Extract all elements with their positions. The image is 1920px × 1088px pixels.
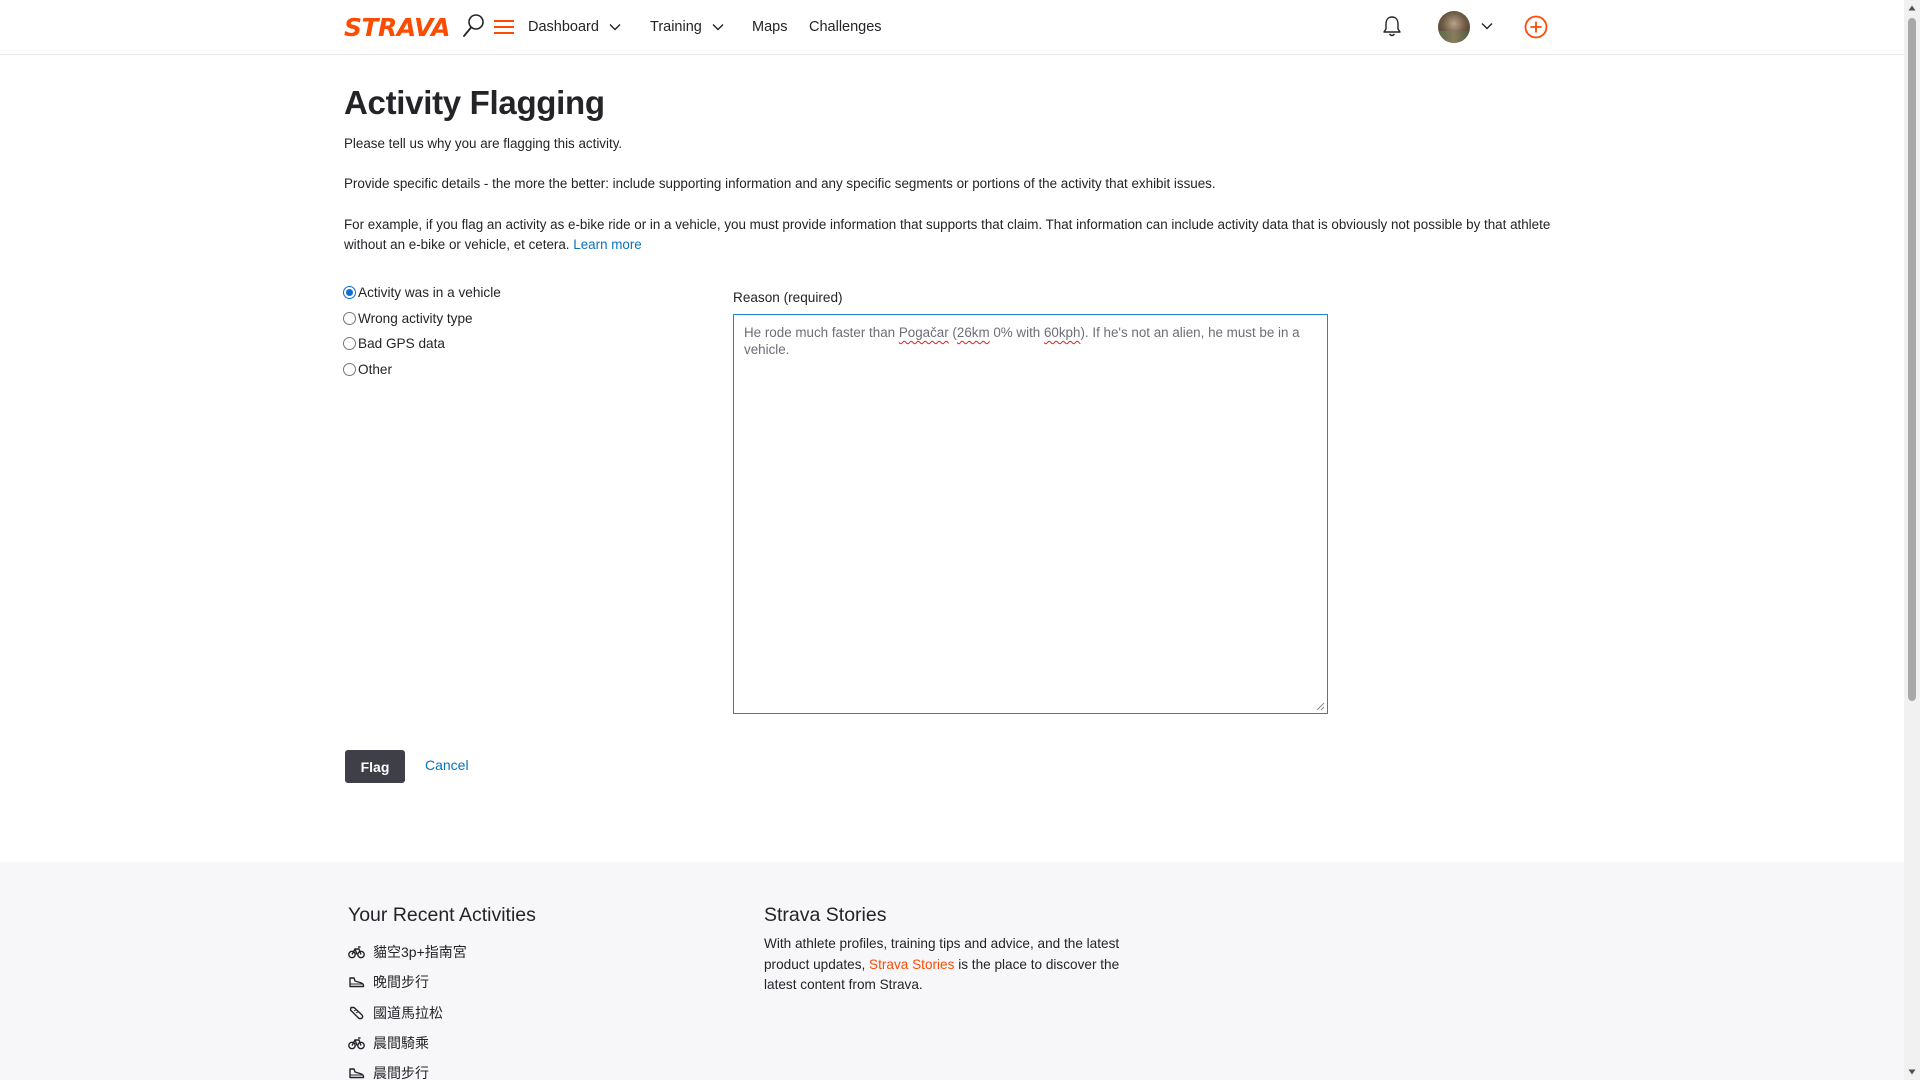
plus-circle-icon[interactable]	[1524, 15, 1548, 39]
recent-activity-item[interactable]: 晨間騎乘	[348, 1028, 467, 1058]
chevron-down-icon	[712, 24, 724, 31]
scroll-down-arrow-icon[interactable]	[1908, 1068, 1916, 1076]
activity-name: 晚間步行	[373, 974, 429, 991]
cancel-link[interactable]: Cancel	[425, 757, 469, 773]
misspelled-word: 60kph	[1043, 325, 1081, 340]
recent-activity-item[interactable]: 貓空3p+指南宮	[348, 937, 467, 967]
strava-logo[interactable]: STRAVA	[344, 14, 450, 42]
nav-maps[interactable]: Maps	[752, 0, 787, 54]
reason-textarea[interactable]: He rode much faster than Pogačar (26km 0…	[733, 314, 1328, 714]
radio-button[interactable]	[343, 337, 356, 351]
radio-label: Other	[358, 361, 392, 377]
radio-option-vehicle[interactable]: Activity was in a vehicle	[343, 280, 501, 306]
intro-text: Please tell us why you are flagging this…	[344, 136, 623, 151]
reason-text: 0% with	[989, 325, 1044, 340]
nav-dashboard[interactable]: Dashboard	[528, 0, 621, 54]
reason-text: He rode much faster than	[744, 325, 899, 340]
radio-label: Activity was in a vehicle	[358, 285, 501, 301]
radio-button[interactable]	[343, 311, 356, 325]
chevron-down-icon	[609, 24, 621, 31]
nav-challenges[interactable]: Challenges	[809, 0, 882, 54]
top-nav-bar: STRAVA Dashboard Training Maps Challenge…	[0, 0, 1904, 55]
radio-label: Wrong activity type	[358, 310, 473, 326]
nav-training-label: Training	[650, 19, 702, 35]
radio-option-other[interactable]: Other	[343, 357, 501, 383]
strava-stories-text: With athlete profiles, training tips and…	[764, 934, 1144, 996]
recent-activity-item[interactable]: 晚間步行	[348, 967, 467, 997]
page-title: Activity Flagging	[344, 84, 605, 121]
strava-stories-link[interactable]: Strava Stories	[869, 957, 954, 972]
activity-name: 晨間步行	[373, 1065, 429, 1082]
page-scrollbar[interactable]	[1904, 0, 1920, 1080]
bike-icon	[348, 946, 365, 959]
example-text: For example, if you flag an activity as …	[344, 215, 1554, 255]
activity-name: 國道馬拉松	[373, 1004, 443, 1021]
radio-option-wrong-type[interactable]: Wrong activity type	[343, 306, 501, 332]
recent-activities-list: 貓空3p+指南宮 晚間步行 國道馬拉松 晨間騎乘 晨間步行	[348, 937, 467, 1088]
strava-stories-heading: Strava Stories	[764, 904, 887, 926]
recent-activity-item[interactable]: 晨間步行	[348, 1058, 467, 1088]
nav-training[interactable]: Training	[650, 0, 724, 54]
activity-name: 晨間騎乘	[373, 1035, 429, 1052]
run-icon	[349, 1006, 364, 1019]
recent-activities-heading: Your Recent Activities	[348, 904, 536, 926]
details-text: Provide specific details - the more the …	[344, 176, 1216, 191]
example-body: For example, if you flag an activity as …	[344, 217, 1551, 252]
learn-more-link[interactable]: Learn more	[573, 237, 641, 252]
nav-maps-label: Maps	[752, 19, 788, 35]
nav-dashboard-label: Dashboard	[528, 19, 599, 35]
reason-label: Reason (required)	[733, 290, 843, 305]
activity-name: 貓空3p+指南宮	[373, 944, 467, 961]
radio-button[interactable]	[343, 362, 356, 376]
recent-activity-item[interactable]: 國道馬拉松	[348, 998, 467, 1028]
shoe-icon	[349, 1068, 365, 1079]
radio-button-checked[interactable]	[343, 286, 356, 300]
chevron-down-icon[interactable]	[1481, 22, 1493, 30]
search-icon[interactable]	[462, 13, 486, 39]
radio-label: Bad GPS data	[358, 336, 445, 352]
bell-icon[interactable]	[1381, 14, 1403, 38]
scroll-up-arrow-icon[interactable]	[1908, 4, 1916, 12]
avatar[interactable]	[1438, 11, 1470, 43]
nav-challenges-label: Challenges	[809, 19, 882, 35]
misspelled-word: Pogačar	[898, 325, 949, 340]
resize-handle-icon[interactable]	[1316, 702, 1325, 711]
bike-icon	[348, 1037, 365, 1050]
flag-button[interactable]: Flag	[345, 750, 405, 783]
reason-text: (	[948, 325, 957, 340]
menu-icon[interactable]	[494, 19, 514, 35]
flag-reason-options: Activity was in a vehicle Wrong activity…	[343, 280, 501, 382]
scrollbar-thumb[interactable]	[1908, 18, 1916, 701]
shoe-icon	[349, 977, 365, 988]
radio-option-bad-gps[interactable]: Bad GPS data	[343, 331, 501, 357]
misspelled-word: 26km	[956, 325, 990, 340]
